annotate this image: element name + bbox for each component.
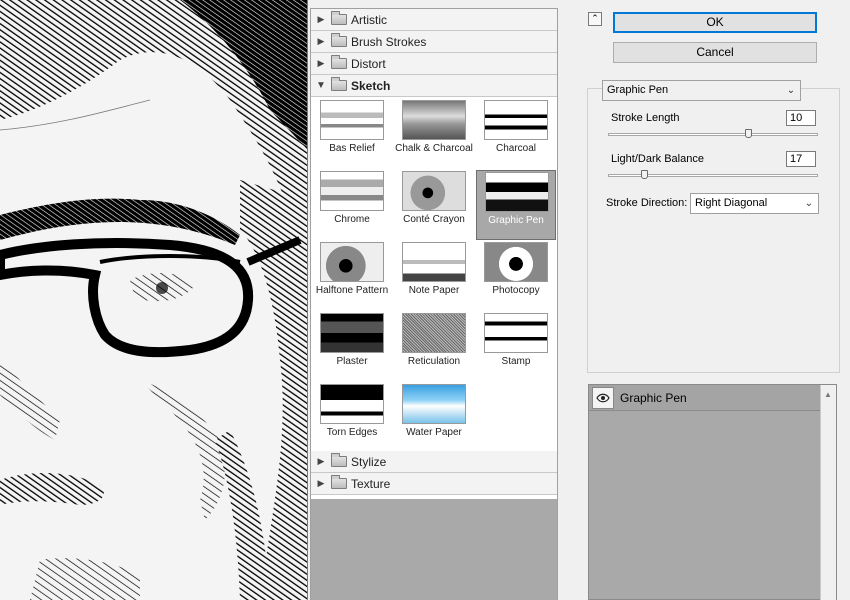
effect-layer-name: Graphic Pen xyxy=(620,390,687,405)
gallery-empty-area xyxy=(311,499,557,600)
eye-icon[interactable] xyxy=(592,386,614,409)
filter-thumbnail-image xyxy=(484,100,548,140)
folder-stylize[interactable]: ▶ Stylize xyxy=(311,451,557,473)
filter-thumbnail-image xyxy=(320,313,384,353)
filter-thumbnail-image xyxy=(402,171,466,211)
filter-thumbnail-label: Chalk & Charcoal xyxy=(395,143,473,154)
stroke-length-track[interactable] xyxy=(608,133,818,136)
filter-thumbnail-label: Stamp xyxy=(501,356,531,367)
filter-thumbnail[interactable]: Reticulation xyxy=(394,312,474,382)
expand-arrow-icon: ▶ xyxy=(317,478,325,488)
stroke-direction-value: Right Diagonal xyxy=(695,197,768,209)
filter-thumbnail-image xyxy=(402,313,466,353)
sketch-thumbnail-grid: Bas Relief Chalk & Charcoal Charcoal Chrome… xyxy=(311,97,557,451)
filter-thumbnail-image xyxy=(320,100,384,140)
preview-image xyxy=(0,0,307,600)
expand-arrow-icon: ▶ xyxy=(317,14,325,24)
light-dark-balance-slider[interactable] xyxy=(640,170,648,179)
filter-gallery: ▶ Artistic ▶ Brush Strokes ▶ Distort ▼ S… xyxy=(310,8,558,600)
filter-thumbnail-image xyxy=(402,100,466,140)
folder-icon xyxy=(331,475,347,489)
folder-artistic[interactable]: ▶ Artistic xyxy=(311,9,557,31)
folder-distort[interactable]: ▶ Distort xyxy=(311,53,557,75)
filter-thumbnail-label: Water Paper xyxy=(406,427,462,438)
filter-thumbnail-label: Charcoal xyxy=(495,143,537,154)
stroke-length-input[interactable]: 10 xyxy=(786,110,816,126)
filter-thumbnail-label: Graphic Pen xyxy=(488,215,544,226)
stroke-length-slider[interactable] xyxy=(745,129,752,138)
effect-layer-row[interactable]: Graphic Pen xyxy=(589,385,821,411)
filter-thumbnail-label: Chrome xyxy=(334,214,370,225)
ok-button[interactable]: OK xyxy=(613,12,817,33)
filter-thumbnail[interactable]: Plaster xyxy=(312,312,392,382)
chevron-down-icon: ⌄ xyxy=(804,198,814,209)
filter-thumbnail-label: Halftone Pattern xyxy=(315,285,389,296)
folder-icon xyxy=(331,33,347,47)
filter-thumbnail[interactable]: Conté Crayon xyxy=(394,170,474,240)
expand-arrow-icon: ▶ xyxy=(317,36,325,46)
folder-texture[interactable]: ▶ Texture xyxy=(311,473,557,495)
filter-thumbnail-image xyxy=(320,171,384,211)
light-dark-balance-input[interactable]: 17 xyxy=(786,151,816,167)
filter-thumbnail-image xyxy=(320,384,384,424)
filter-select-value: Graphic Pen xyxy=(607,84,669,96)
light-dark-balance-track[interactable] xyxy=(608,174,818,177)
light-dark-balance-label: Light/Dark Balance xyxy=(611,153,704,165)
filter-thumbnail-image xyxy=(484,242,548,282)
folder-sketch[interactable]: ▼ Sketch xyxy=(311,75,557,97)
folder-icon xyxy=(331,453,347,467)
filter-thumbnail[interactable]: Chrome xyxy=(312,170,392,240)
stroke-length-label: Stroke Length xyxy=(611,112,680,124)
double-chevron-up-icon: ⌃ xyxy=(591,13,599,23)
scroll-up-icon[interactable]: ▲ xyxy=(824,390,832,399)
stroke-direction-select[interactable]: Right Diagonal ⌄ xyxy=(690,193,819,214)
filter-thumbnail-image xyxy=(320,242,384,282)
filter-thumbnail-label: Plaster xyxy=(336,356,368,367)
filter-thumbnail[interactable]: Note Paper xyxy=(394,241,474,311)
effect-layers-panel: Graphic Pen ▲ xyxy=(588,384,837,600)
filter-thumbnail-image xyxy=(485,172,549,212)
filter-thumbnail[interactable]: Photocopy xyxy=(476,241,556,311)
filter-select[interactable]: Graphic Pen ⌄ xyxy=(602,80,801,101)
filter-thumbnail[interactable]: Halftone Pattern xyxy=(312,241,392,311)
stroke-direction-label: Stroke Direction: xyxy=(606,197,688,209)
collapse-gallery-button[interactable]: ⌃ xyxy=(588,12,602,26)
filter-thumbnail[interactable]: Graphic Pen xyxy=(476,170,556,240)
folder-brush-strokes[interactable]: ▶ Brush Strokes xyxy=(311,31,557,53)
layers-scrollbar[interactable]: ▲ xyxy=(820,385,836,600)
collapse-arrow-icon: ▼ xyxy=(316,80,326,91)
folder-open-icon xyxy=(331,77,347,91)
filter-thumbnail-image xyxy=(402,242,466,282)
filter-thumbnail[interactable]: Bas Relief xyxy=(312,99,392,169)
filter-thumbnail-image xyxy=(484,313,548,353)
expand-arrow-icon: ▶ xyxy=(317,58,325,68)
filter-thumbnail[interactable]: Torn Edges xyxy=(312,383,392,453)
chevron-down-icon: ⌄ xyxy=(786,85,796,96)
filter-thumbnail[interactable]: Water Paper xyxy=(394,383,474,453)
cancel-button[interactable]: Cancel xyxy=(613,42,817,63)
filter-thumbnail-label: Photocopy xyxy=(492,285,540,296)
filter-thumbnail-label: Conté Crayon xyxy=(403,214,465,225)
filter-thumbnail[interactable]: Chalk & Charcoal xyxy=(394,99,474,169)
filter-thumbnail-label: Bas Relief xyxy=(329,143,375,154)
filter-thumbnail-label: Note Paper xyxy=(408,285,460,296)
expand-arrow-icon: ▶ xyxy=(317,456,325,466)
filter-thumbnail[interactable]: Charcoal xyxy=(476,99,556,169)
filter-thumbnail-label: Reticulation xyxy=(407,356,461,367)
folder-icon xyxy=(331,11,347,25)
filter-preview-canvas[interactable] xyxy=(0,0,308,600)
filter-settings-panel xyxy=(587,88,840,373)
filter-thumbnail-image xyxy=(402,384,466,424)
filter-thumbnail-label: Torn Edges xyxy=(326,427,378,438)
folder-icon xyxy=(331,55,347,69)
filter-thumbnail[interactable]: Stamp xyxy=(476,312,556,382)
